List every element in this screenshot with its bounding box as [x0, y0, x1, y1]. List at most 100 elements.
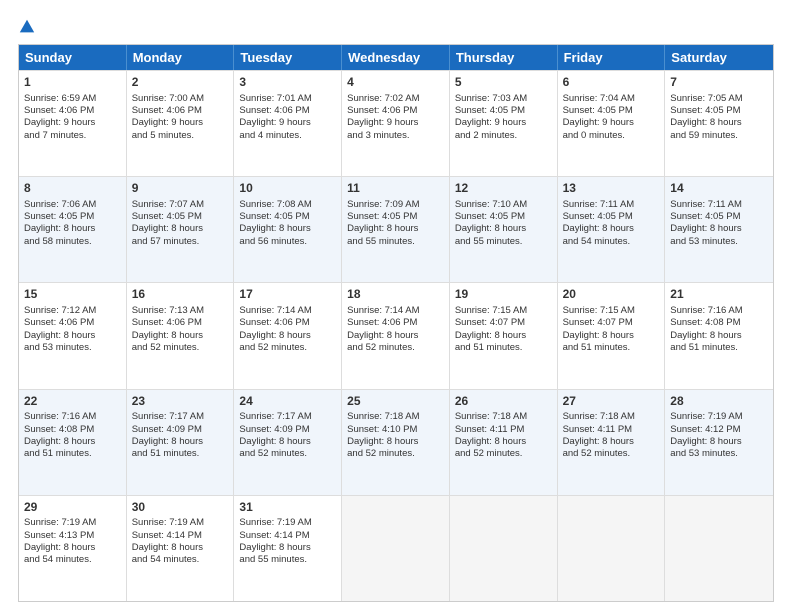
calendar-header-day: Thursday [450, 45, 558, 70]
day-info-line: Sunrise: 7:11 AM [670, 199, 768, 211]
calendar-header-day: Monday [127, 45, 235, 70]
day-info-line: Sunrise: 7:19 AM [132, 517, 229, 529]
calendar-header-day: Tuesday [234, 45, 342, 70]
calendar-cell: 28Sunrise: 7:19 AMSunset: 4:12 PMDayligh… [665, 390, 773, 495]
day-info-line: Sunrise: 7:00 AM [132, 93, 229, 105]
day-info-line: and 51 minutes. [563, 342, 660, 354]
day-number: 7 [670, 75, 768, 91]
calendar-cell [450, 496, 558, 601]
day-info-line: Daylight: 8 hours [24, 330, 121, 342]
day-info-line: and 51 minutes. [132, 448, 229, 460]
day-number: 17 [239, 287, 336, 303]
day-info-line: and 56 minutes. [239, 236, 336, 248]
day-info-line: Sunset: 4:05 PM [670, 211, 768, 223]
calendar-cell: 31Sunrise: 7:19 AMSunset: 4:14 PMDayligh… [234, 496, 342, 601]
day-info-line: Daylight: 8 hours [132, 542, 229, 554]
day-info-line: Sunset: 4:14 PM [132, 530, 229, 542]
day-info-line: and 52 minutes. [455, 448, 552, 460]
day-info-line: and 53 minutes. [670, 448, 768, 460]
day-number: 26 [455, 394, 552, 410]
day-number: 5 [455, 75, 552, 91]
day-info-line: Sunset: 4:06 PM [24, 105, 121, 117]
day-info-line: Sunset: 4:06 PM [239, 317, 336, 329]
calendar: SundayMondayTuesdayWednesdayThursdayFrid… [18, 44, 774, 602]
day-info-line: and 51 minutes. [24, 448, 121, 460]
calendar-cell: 10Sunrise: 7:08 AMSunset: 4:05 PMDayligh… [234, 177, 342, 282]
day-info-line: Sunrise: 7:19 AM [239, 517, 336, 529]
day-info-line: Sunrise: 7:11 AM [563, 199, 660, 211]
calendar-cell: 11Sunrise: 7:09 AMSunset: 4:05 PMDayligh… [342, 177, 450, 282]
day-info-line: Sunrise: 7:19 AM [24, 517, 121, 529]
calendar-header-day: Wednesday [342, 45, 450, 70]
calendar-body: 1Sunrise: 6:59 AMSunset: 4:06 PMDaylight… [19, 70, 773, 601]
day-info-line: and 51 minutes. [455, 342, 552, 354]
day-info-line: and 5 minutes. [132, 130, 229, 142]
day-info-line: Sunset: 4:11 PM [455, 424, 552, 436]
day-info-line: Sunset: 4:13 PM [24, 530, 121, 542]
day-info-line: Sunrise: 7:18 AM [563, 411, 660, 423]
day-info-line: Sunset: 4:12 PM [670, 424, 768, 436]
day-info-line: and 52 minutes. [347, 342, 444, 354]
day-info-line: and 54 minutes. [563, 236, 660, 248]
day-info-line: and 53 minutes. [670, 236, 768, 248]
day-info-line: Daylight: 8 hours [239, 542, 336, 554]
day-info-line: Daylight: 8 hours [239, 223, 336, 235]
logo-icon [18, 18, 36, 36]
day-info-line: Daylight: 8 hours [455, 223, 552, 235]
day-info-line: Sunset: 4:08 PM [670, 317, 768, 329]
day-info-line: Sunset: 4:07 PM [455, 317, 552, 329]
day-number: 1 [24, 75, 121, 91]
day-number: 23 [132, 394, 229, 410]
calendar-row: 1Sunrise: 6:59 AMSunset: 4:06 PMDaylight… [19, 70, 773, 176]
day-info-line: Sunrise: 7:04 AM [563, 93, 660, 105]
day-number: 20 [563, 287, 660, 303]
day-number: 29 [24, 500, 121, 516]
day-number: 30 [132, 500, 229, 516]
calendar-cell: 6Sunrise: 7:04 AMSunset: 4:05 PMDaylight… [558, 71, 666, 176]
day-number: 4 [347, 75, 444, 91]
calendar-header-row: SundayMondayTuesdayWednesdayThursdayFrid… [19, 45, 773, 70]
day-info-line: Daylight: 8 hours [24, 542, 121, 554]
day-info-line: Daylight: 8 hours [670, 330, 768, 342]
day-number: 19 [455, 287, 552, 303]
header [18, 18, 774, 36]
day-info-line: Daylight: 8 hours [347, 223, 444, 235]
day-info-line: and 58 minutes. [24, 236, 121, 248]
day-number: 14 [670, 181, 768, 197]
day-info-line: Sunrise: 7:06 AM [24, 199, 121, 211]
day-number: 21 [670, 287, 768, 303]
calendar-cell: 27Sunrise: 7:18 AMSunset: 4:11 PMDayligh… [558, 390, 666, 495]
day-info-line: and 2 minutes. [455, 130, 552, 142]
day-info-line: Sunset: 4:05 PM [347, 211, 444, 223]
day-info-line: Sunrise: 7:14 AM [347, 305, 444, 317]
day-number: 22 [24, 394, 121, 410]
day-number: 16 [132, 287, 229, 303]
calendar-header-day: Saturday [665, 45, 773, 70]
day-number: 18 [347, 287, 444, 303]
day-info-line: and 52 minutes. [239, 448, 336, 460]
day-info-line: Sunrise: 7:18 AM [347, 411, 444, 423]
day-info-line: Sunrise: 7:17 AM [239, 411, 336, 423]
day-info-line: Sunrise: 7:19 AM [670, 411, 768, 423]
day-number: 3 [239, 75, 336, 91]
day-info-line: and 54 minutes. [24, 554, 121, 566]
day-info-line: Sunset: 4:05 PM [455, 105, 552, 117]
day-info-line: Daylight: 9 hours [455, 117, 552, 129]
day-info-line: Daylight: 9 hours [563, 117, 660, 129]
day-number: 9 [132, 181, 229, 197]
day-info-line: Sunrise: 7:03 AM [455, 93, 552, 105]
calendar-cell [342, 496, 450, 601]
day-info-line: and 57 minutes. [132, 236, 229, 248]
day-info-line: Sunset: 4:06 PM [24, 317, 121, 329]
calendar-cell: 22Sunrise: 7:16 AMSunset: 4:08 PMDayligh… [19, 390, 127, 495]
calendar-cell: 14Sunrise: 7:11 AMSunset: 4:05 PMDayligh… [665, 177, 773, 282]
calendar-cell: 5 Sunrise: 7:03 AMSunset: 4:05 PMDaylight… [450, 71, 558, 176]
day-number: 8 [24, 181, 121, 197]
calendar-row: 22Sunrise: 7:16 AMSunset: 4:08 PMDayligh… [19, 389, 773, 495]
page: SundayMondayTuesdayWednesdayThursdayFrid… [0, 0, 792, 612]
calendar-cell: 21Sunrise: 7:16 AMSunset: 4:08 PMDayligh… [665, 283, 773, 388]
day-info-line: Sunset: 4:06 PM [132, 105, 229, 117]
day-info-line: Sunrise: 7:13 AM [132, 305, 229, 317]
calendar-cell: 25Sunrise: 7:18 AMSunset: 4:10 PMDayligh… [342, 390, 450, 495]
calendar-cell: 8Sunrise: 7:06 AMSunset: 4:05 PMDaylight… [19, 177, 127, 282]
